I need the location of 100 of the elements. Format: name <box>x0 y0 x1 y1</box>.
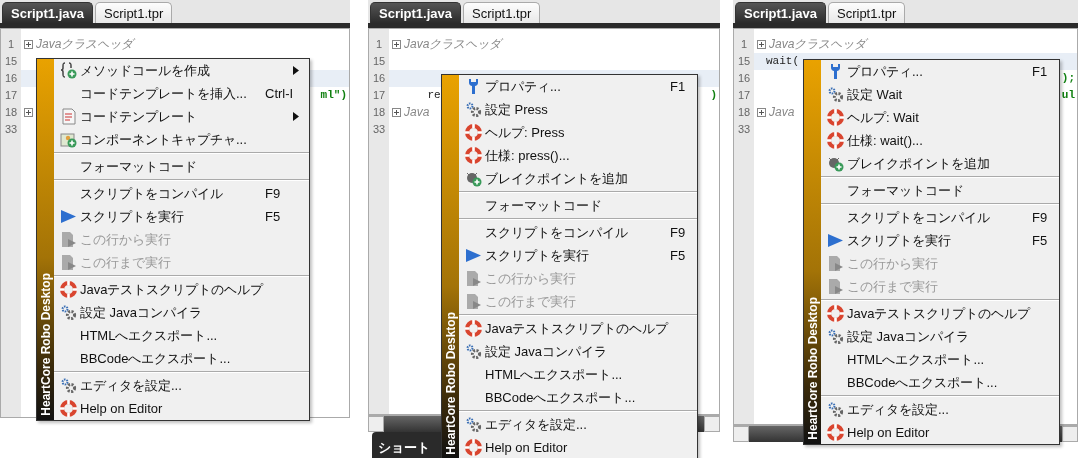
document-play-icon <box>465 270 482 287</box>
menu-item[interactable]: HTMLへエクスポート... <box>821 348 1059 371</box>
menu-item[interactable]: 設定 Javaコンパイラ <box>459 340 697 363</box>
line-number: 18 <box>3 105 19 120</box>
image-add-icon <box>60 131 77 148</box>
line-number: 15 <box>371 54 387 69</box>
expand-icon[interactable] <box>24 40 33 49</box>
editor-tab[interactable]: Script1.tpr <box>95 2 173 23</box>
menu-item[interactable]: HTMLへエクスポート... <box>54 324 309 347</box>
code-text: ml") <box>320 88 347 103</box>
lifebuoy-icon <box>827 424 844 441</box>
document-play-icon <box>827 255 844 272</box>
menu-item[interactable]: コードテンプレートを挿入... Ctrl-I <box>54 82 309 105</box>
play-icon <box>827 232 844 249</box>
menu-item[interactable]: ブレイクポイントを追加 <box>821 152 1059 175</box>
gear-icon <box>465 416 482 433</box>
menu-item[interactable]: フォーマットコード <box>821 179 1059 202</box>
menu-item[interactable]: フォーマットコード <box>54 155 309 178</box>
lifebuoy-icon <box>60 281 77 298</box>
lifebuoy-icon <box>465 320 482 337</box>
gear-icon <box>60 377 77 394</box>
lifebuoy-icon <box>465 439 482 456</box>
menu-item[interactable]: エディタを設定... <box>821 398 1059 421</box>
expand-icon[interactable] <box>24 108 33 117</box>
expand-icon[interactable] <box>392 40 401 49</box>
menu-item[interactable]: スクリプトをコンパイル F9 <box>54 182 309 205</box>
document-play-icon <box>465 293 482 310</box>
gear-icon <box>827 86 844 103</box>
document-play-icon <box>60 254 77 271</box>
menu-item[interactable]: メソッドコールを作成 <box>54 59 309 82</box>
line-number: 17 <box>371 88 387 103</box>
editor-tab[interactable]: Script1.tpr <box>828 2 906 23</box>
expand-icon[interactable] <box>757 40 766 49</box>
brand-label: HeartCore Robo Desktop <box>804 297 821 442</box>
line-number: 17 <box>736 88 752 103</box>
menu-item[interactable]: 設定 Javaコンパイラ <box>821 325 1059 348</box>
menu-item[interactable]: スクリプトを実行 F5 <box>459 244 697 267</box>
lifebuoy-icon <box>465 147 482 164</box>
code-text: ); <box>1061 71 1075 86</box>
bug-add-icon <box>827 155 844 172</box>
line-number: 1 <box>374 37 384 52</box>
line-number: 33 <box>3 122 19 137</box>
editor-tab[interactable]: Script1.java <box>2 2 93 23</box>
menu-item[interactable]: Help on Editor <box>821 421 1059 444</box>
menu-item[interactable]: プロパティ... F1 <box>459 75 697 98</box>
code-comment: Javaクラスヘッダ <box>769 36 867 53</box>
menu-item[interactable]: BBCodeへエクスポート... <box>459 386 697 409</box>
menu-item[interactable]: スクリプトを実行 F5 <box>821 229 1059 252</box>
menu-item[interactable]: コンポーネントキャプチャ... <box>54 128 309 151</box>
line-number: 16 <box>371 71 387 86</box>
expand-icon[interactable] <box>757 108 766 117</box>
menu-item[interactable]: Javaテストスクリプトのヘルプ <box>821 302 1059 325</box>
bug-add-icon <box>465 170 482 187</box>
menu-item[interactable]: スクリプトを実行 F5 <box>54 205 309 228</box>
menu-item[interactable]: スクリプトをコンパイル F9 <box>459 221 697 244</box>
menu-item[interactable]: Help on Editor <box>54 397 309 420</box>
menu-item[interactable]: 設定 Javaコンパイラ <box>54 301 309 324</box>
lifebuoy-icon <box>60 400 77 417</box>
menu-item[interactable]: フォーマットコード <box>459 194 697 217</box>
line-number: 15 <box>3 54 19 69</box>
menu-item[interactable]: ブレイクポイントを追加 <box>459 167 697 190</box>
menu-item[interactable]: BBCodeへエクスポート... <box>821 371 1059 394</box>
code-comment: Java <box>769 104 795 121</box>
editor-tab[interactable]: Script1.java <box>735 2 826 23</box>
menu-item[interactable]: コードテンプレート <box>54 105 309 128</box>
code-comment: Javaクラスヘッダ <box>36 36 134 53</box>
lifebuoy-icon <box>465 124 482 141</box>
line-number: 16 <box>736 71 752 86</box>
editor-tab[interactable]: Script1.java <box>370 2 461 23</box>
gear-icon <box>827 401 844 418</box>
code-text: ul <box>1061 88 1075 103</box>
code-comment: Javaクラスヘッダ <box>404 36 502 53</box>
menu-item[interactable]: エディタを設定... <box>54 374 309 397</box>
menu-item[interactable]: Javaテストスクリプトのヘルプ <box>54 278 309 301</box>
expand-icon[interactable] <box>392 108 401 117</box>
gear-icon <box>827 328 844 345</box>
document-play-icon <box>60 231 77 248</box>
line-number: 16 <box>3 71 19 86</box>
play-icon <box>465 247 482 264</box>
editor-tab[interactable]: Script1.tpr <box>463 2 541 23</box>
menu-item[interactable]: BBCodeへエクスポート... <box>54 347 309 370</box>
menu-item[interactable]: HTMLへエクスポート... <box>459 363 697 386</box>
line-number: 33 <box>736 122 752 137</box>
menu-item[interactable]: 仕様: press()... <box>459 144 697 167</box>
lifebuoy-icon <box>827 109 844 126</box>
gear-icon <box>60 304 77 321</box>
menu-item[interactable]: ヘルプ: Wait <box>821 106 1059 129</box>
menu-item[interactable]: プロパティ... F1 <box>821 60 1059 83</box>
menu-item[interactable]: 設定 Wait <box>821 83 1059 106</box>
menu-item[interactable]: 仕様: wait()... <box>821 129 1059 152</box>
code-comment: Java <box>404 104 430 121</box>
code-text: wait( <box>766 54 799 69</box>
menu-item[interactable]: Javaテストスクリプトのヘルプ <box>459 317 697 340</box>
menu-item[interactable]: スクリプトをコンパイル F9 <box>821 206 1059 229</box>
line-number: 1 <box>739 37 749 52</box>
line-number: 15 <box>736 54 752 69</box>
menu-item[interactable]: 設定 Press <box>459 98 697 121</box>
menu-item[interactable]: ヘルプ: Press <box>459 121 697 144</box>
line-number: 1 <box>6 37 16 52</box>
line-number: 18 <box>736 105 752 120</box>
